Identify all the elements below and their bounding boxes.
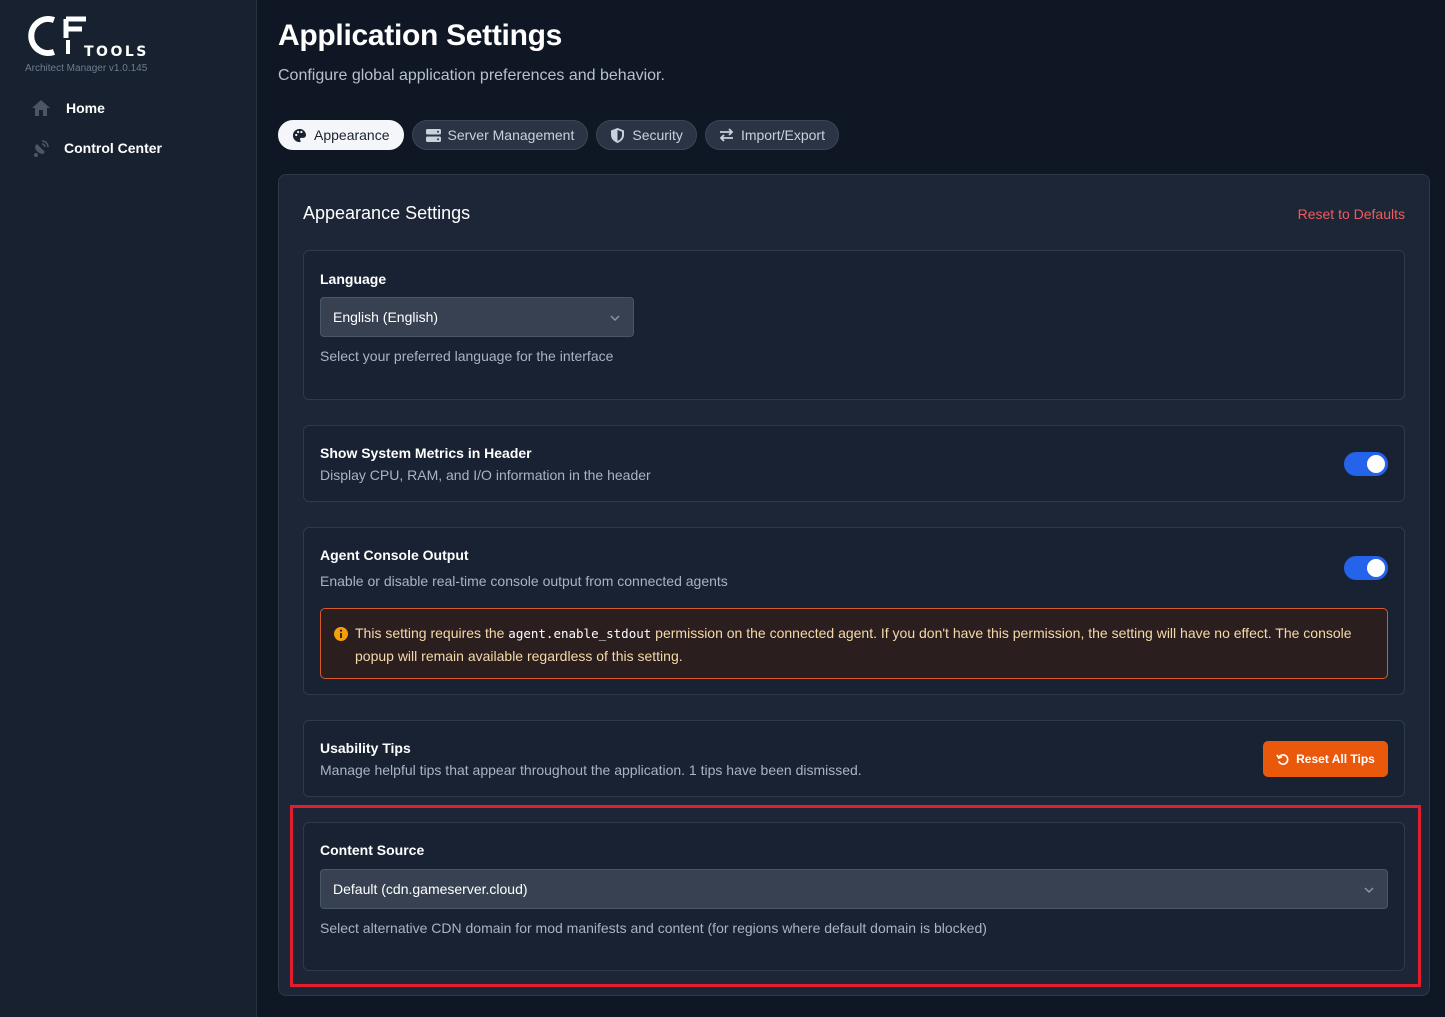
sidebar-item-control-center[interactable]: Control Center [30, 136, 162, 160]
content-source-card: Content Source Default (cdn.gameserver.c… [303, 822, 1405, 971]
metrics-toggle[interactable] [1344, 452, 1388, 476]
metrics-title: Show System Metrics in Header [320, 445, 532, 461]
warning-text-before: This setting requires the [355, 625, 509, 641]
settings-tabs: Appearance Server Management Security Im… [278, 120, 839, 150]
tab-server-management[interactable]: Server Management [411, 120, 589, 150]
satellite-icon [30, 137, 52, 159]
usability-tips-card: Usability Tips Manage helpful tips that … [303, 720, 1405, 797]
reset-defaults-link[interactable]: Reset to Defaults [1298, 206, 1405, 222]
language-selected-value: English (English) [333, 309, 439, 325]
language-title: Language [320, 271, 387, 287]
content-source-description: Select alternative CDN domain for mod ma… [320, 920, 987, 936]
content-source-select[interactable]: Default (cdn.gameserver.cloud) [320, 869, 1388, 909]
main-content: Application Settings Configure global ap… [257, 0, 1445, 1017]
console-description: Enable or disable real-time console outp… [320, 573, 728, 589]
toggle-knob [1367, 455, 1385, 473]
rotate-ccw-icon [1276, 753, 1289, 766]
language-select[interactable]: English (English) [320, 297, 634, 337]
warning-text: This setting requires the agent.enable_s… [355, 622, 1375, 668]
agent-console-card: Agent Console Output Enable or disable r… [303, 527, 1405, 695]
console-warning: This setting requires the agent.enable_s… [320, 608, 1388, 679]
panel-title: Appearance Settings [303, 203, 471, 223]
console-title: Agent Console Output [320, 547, 469, 563]
reset-all-tips-button[interactable]: Reset All Tips [1263, 741, 1388, 777]
tab-label: Import/Export [740, 127, 825, 143]
tab-label: Server Management [447, 127, 575, 143]
tab-label: Security [632, 127, 683, 143]
system-metrics-card: Show System Metrics in Header Display CP… [303, 425, 1405, 502]
tab-import-export[interactable]: Import/Export [704, 120, 839, 150]
logo-text: TOOLS [84, 44, 149, 60]
page-title: Application Settings [278, 19, 563, 52]
app-version: Architect Manager v1.0.145 [25, 63, 148, 74]
content-source-selected-value: Default (cdn.gameserver.cloud) [333, 881, 528, 897]
chevron-down-icon [609, 311, 621, 323]
content-source-title: Content Source [320, 842, 425, 858]
tab-security[interactable]: Security [596, 120, 697, 150]
tips-description: Manage helpful tips that appear througho… [320, 762, 862, 778]
language-card: Language English (English) Select your p… [303, 250, 1405, 400]
sidebar: TOOLS Architect Manager v1.0.145 Home Co… [0, 0, 257, 1017]
toggle-knob [1367, 559, 1385, 577]
tab-label: Appearance [314, 127, 390, 143]
palette-icon [292, 128, 307, 143]
tab-appearance[interactable]: Appearance [278, 120, 404, 150]
page-subtitle: Configure global application preferences… [278, 67, 665, 84]
appearance-settings-panel: Appearance Settings Reset to Defaults La… [278, 174, 1430, 996]
language-description: Select your preferred language for the i… [320, 348, 614, 364]
swap-arrows-icon [719, 128, 734, 143]
sidebar-item-label: Home [66, 100, 105, 116]
server-icon [425, 128, 441, 143]
metrics-description: Display CPU, RAM, and I/O information in… [320, 467, 651, 483]
shield-icon [610, 127, 625, 143]
warning-code: agent.enable_stdout [508, 626, 652, 641]
home-icon [30, 97, 52, 119]
warning-info-icon [333, 626, 349, 642]
console-toggle[interactable] [1344, 556, 1388, 580]
reset-all-tips-label: Reset All Tips [1296, 752, 1375, 766]
sidebar-item-label: Control Center [64, 140, 162, 156]
tips-title: Usability Tips [320, 740, 411, 756]
sidebar-item-home[interactable]: Home [30, 96, 105, 120]
chevron-down-icon [1363, 883, 1375, 895]
